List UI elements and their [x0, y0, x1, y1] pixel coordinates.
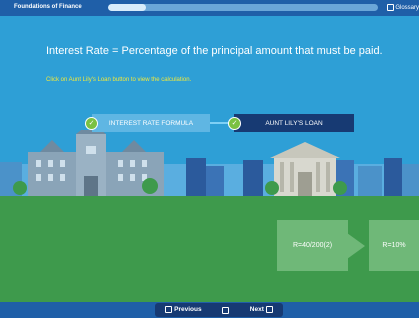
page-headline: Interest Rate = Percentage of the princi… [46, 45, 383, 57]
city-skyline-illustration [0, 130, 419, 196]
navigation-controls: Previous Next [155, 303, 283, 317]
top-bar: Foundations of Finance Glossary [0, 0, 419, 16]
calculation-result-box: R=10% [369, 220, 419, 271]
square-icon [165, 306, 173, 314]
check-icon: ✓ [85, 117, 98, 130]
check-icon: ✓ [228, 117, 241, 130]
square-icon [222, 306, 230, 314]
course-progress-fill [108, 4, 146, 11]
step-label: AUNT LILY'S LOAN [265, 119, 323, 127]
step-label: INTEREST RATE FORMULA [108, 119, 194, 127]
next-label: Next [249, 306, 264, 314]
arrow-right-icon [347, 233, 365, 259]
square-icon [265, 306, 273, 314]
previous-label: Previous [174, 306, 202, 314]
step-connector [210, 122, 230, 124]
glossary-button[interactable]: Glossary [386, 4, 419, 12]
course-progress-bar [108, 4, 378, 11]
aunt-lilys-loan-button[interactable]: AUNT LILY'S LOAN [234, 114, 354, 132]
instruction-text: Click on Aunt Lily's Loan button to view… [46, 77, 192, 83]
glossary-label: Glossary [395, 5, 419, 12]
interest-rate-formula-button[interactable]: INTEREST RATE FORMULA [92, 114, 210, 132]
square-icon [386, 4, 394, 11]
next-button[interactable]: Next [249, 306, 273, 314]
previous-button[interactable]: Previous [165, 306, 202, 314]
calculation-formula-box: R=40/200(2) [277, 220, 348, 271]
course-title: Foundations of Finance [14, 4, 82, 10]
